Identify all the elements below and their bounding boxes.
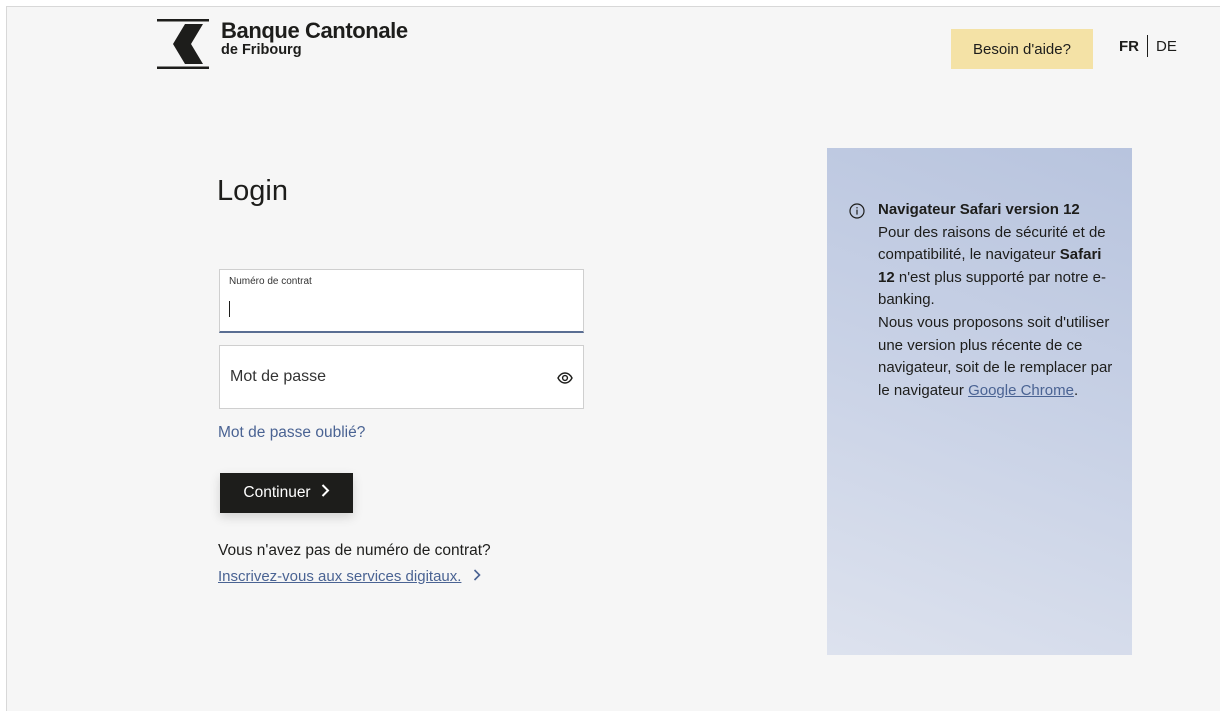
help-button[interactable]: Besoin d'aide?: [951, 29, 1093, 69]
bank-logo[interactable]: Banque Cantonale de Fribourg: [157, 19, 408, 69]
info-circle-icon: [849, 203, 865, 219]
lang-divider: [1147, 35, 1148, 57]
continue-button[interactable]: Continuer: [220, 473, 353, 513]
lang-fr[interactable]: FR: [1119, 38, 1139, 55]
notice-text: .: [1073, 381, 1079, 399]
chevron-right-icon: [321, 484, 330, 502]
password-field[interactable]: Mot de passe: [219, 345, 584, 409]
page-title: Login: [217, 175, 288, 207]
no-contract-text: Vous n'avez pas de numéro de contrat?: [218, 542, 491, 559]
login-page: Banque Cantonale de Fribourg Besoin d'ai…: [6, 6, 1220, 711]
text-caret: [229, 301, 230, 317]
logo-text: Banque Cantonale de Fribourg: [221, 18, 408, 59]
eye-icon[interactable]: [557, 370, 573, 386]
continue-label: Continuer: [243, 484, 311, 501]
browser-notice-panel: Navigateur Safari version 12 Pour des ra…: [827, 148, 1132, 655]
notice-paragraph-1: Pour des raisons de sécurité et de compa…: [878, 222, 1118, 312]
browser-notice-text: Navigateur Safari version 12 Pour des ra…: [878, 199, 1118, 402]
logo-subtitle: de Fribourg: [221, 42, 302, 58]
notice-paragraph-2: Nous vous proposons soit d'utiliser une …: [878, 312, 1118, 402]
password-placeholder: Mot de passe: [230, 368, 327, 385]
contract-number-field[interactable]: Numéro de contrat: [219, 269, 584, 333]
notice-title: Navigateur Safari version 12: [878, 201, 1080, 218]
register-link[interactable]: Inscrivez-vous aux services digitaux.: [218, 568, 482, 585]
register-link-label: Inscrivez-vous aux services digitaux.: [218, 568, 462, 585]
lang-de[interactable]: DE: [1156, 38, 1177, 55]
language-switcher: FR DE: [1119, 35, 1177, 57]
contract-number-label: Numéro de contrat: [229, 276, 312, 287]
forgot-password-link[interactable]: Mot de passe oublié?: [218, 424, 365, 442]
notice-text: n'est plus supporté par notre e-banking.: [878, 268, 1107, 309]
google-chrome-link[interactable]: Google Chrome: [968, 382, 1074, 399]
logo-title: Banque Cantonale: [221, 18, 408, 43]
chevron-right-icon: [473, 568, 482, 585]
bcf-logo-icon: [157, 19, 209, 69]
